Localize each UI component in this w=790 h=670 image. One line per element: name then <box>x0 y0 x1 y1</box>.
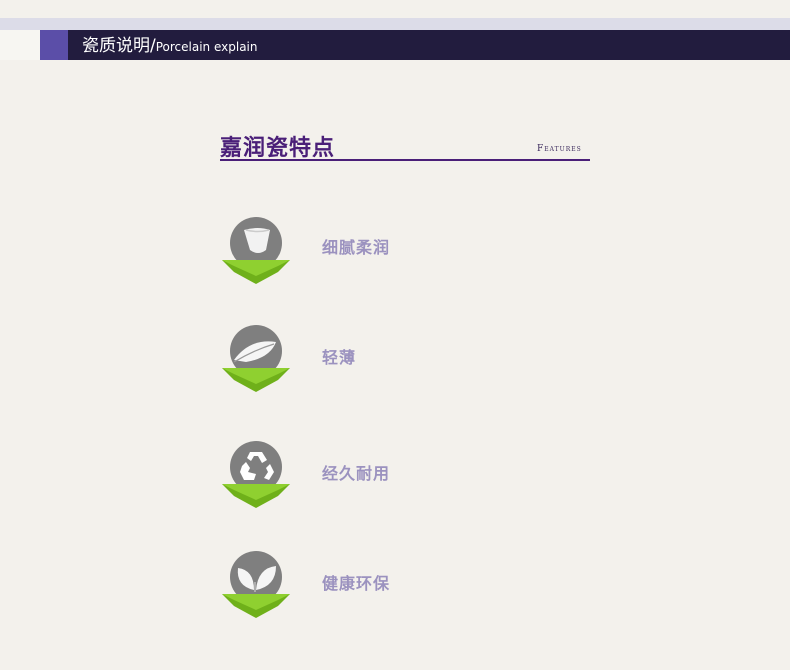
cup-icon <box>222 217 290 284</box>
feature-item-durable: 经久耐用 <box>220 438 520 510</box>
section-subtitle: Features <box>537 144 582 154</box>
feature-item-eco: 健康环保 <box>220 548 520 620</box>
feather-icon <box>222 325 290 392</box>
header-left-block <box>0 30 40 60</box>
recycle-icon <box>222 441 290 508</box>
header-accent-block <box>40 30 68 60</box>
section-title: 嘉润瓷特点 <box>220 136 336 161</box>
feature-item-smooth: 细腻柔润 <box>220 214 520 286</box>
header-stripe <box>0 18 790 30</box>
feature-label: 轻薄 <box>322 348 357 367</box>
feature-label: 经久耐用 <box>322 464 391 483</box>
feature-item-light: 轻薄 <box>220 322 520 394</box>
header-title-en: Porcelain explain <box>155 40 258 54</box>
feature-label: 健康环保 <box>322 574 391 593</box>
header-title-cn: 瓷质说明/ <box>82 36 156 56</box>
leaf-icon <box>222 551 290 618</box>
section-underline <box>220 159 590 161</box>
top-strip <box>0 0 790 18</box>
header-title: 瓷质说明/Porcelain explain <box>82 35 258 57</box>
feature-label: 细腻柔润 <box>322 238 391 257</box>
